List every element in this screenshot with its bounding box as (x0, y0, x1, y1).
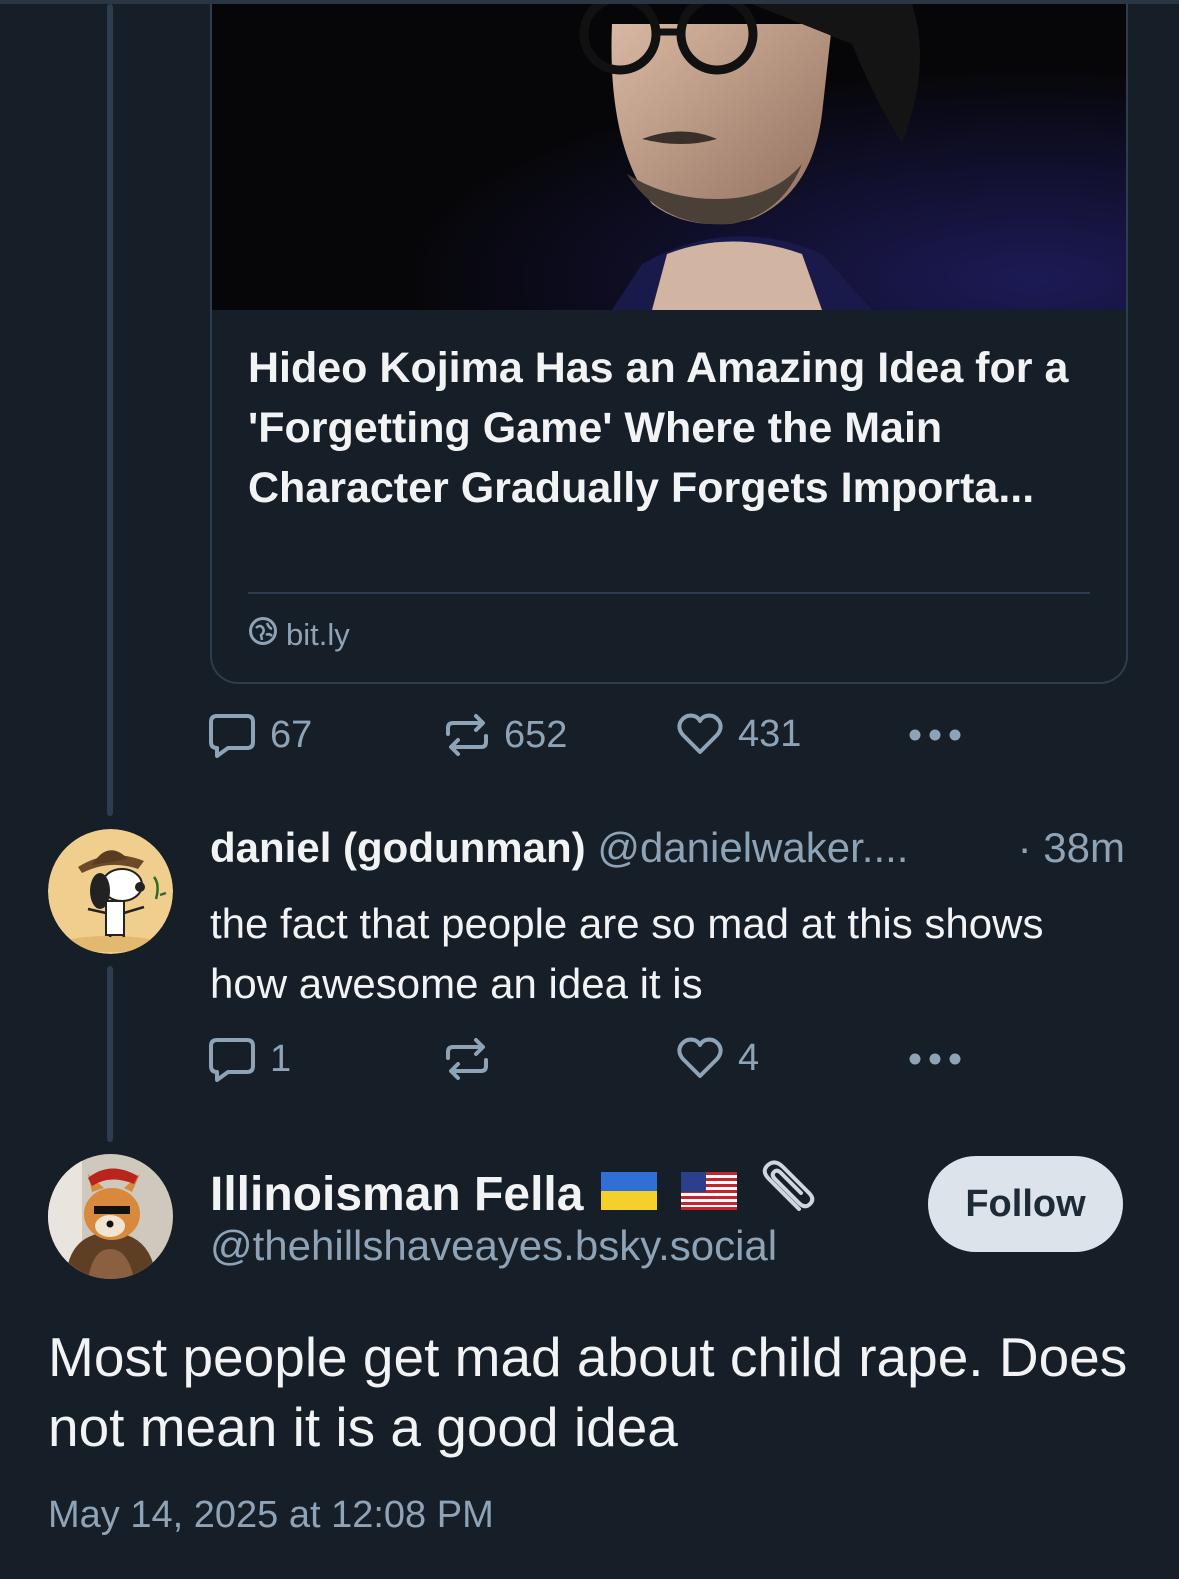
link-card-domain: bit.ly (248, 616, 350, 654)
heart-icon (676, 712, 724, 756)
thread-line (107, 4, 113, 816)
author-name-line: Illinoisman Fella (210, 1157, 817, 1231)
like-count: 4 (738, 1036, 760, 1079)
like-count: 431 (738, 712, 802, 755)
link-card[interactable]: Hideo Kojima Has an Amazing Idea for a '… (210, 4, 1128, 684)
post-text: Most people get mad about child rape. Do… (48, 1326, 1128, 1458)
post-timestamp[interactable]: May 14, 2025 at 12:08 PM (48, 1494, 494, 1537)
follow-button[interactable]: Follow (928, 1156, 1123, 1252)
author-handle[interactable]: @thehillshaveayes.bsky.social (210, 1222, 777, 1270)
more-icon (908, 728, 962, 742)
link-card-title[interactable]: Hideo Kojima Has an Amazing Idea for a '… (248, 338, 1098, 518)
more-options-button[interactable] (908, 728, 962, 742)
link-card-image (212, 4, 1126, 310)
reply-handle[interactable]: @danielwaker.... (597, 824, 908, 871)
reply-author-line: daniel (godunman) @danielwaker.... · 38m (210, 824, 1125, 872)
more-icon (908, 1052, 962, 1066)
repost-count: 652 (504, 713, 568, 756)
repost-icon (444, 1036, 490, 1082)
repost-icon (444, 712, 490, 758)
like-button[interactable]: 431 (676, 712, 801, 756)
reply-text: the fact that people are so mad at this … (210, 900, 1044, 1007)
avatar[interactable] (48, 1154, 173, 1279)
paperclip-icon (755, 1157, 817, 1231)
reply-icon (208, 712, 256, 758)
divider (248, 592, 1090, 594)
parent-post-actions: 67 652 431 (0, 708, 1179, 768)
reply-timestamp[interactable]: · 38m (1018, 824, 1125, 872)
link-card-domain-text: bit.ly (286, 617, 350, 652)
heart-icon (676, 1036, 724, 1080)
ukraine-flag-icon (601, 1167, 658, 1222)
reply-count: 1 (270, 1037, 292, 1080)
reply-button[interactable]: 67 (208, 712, 312, 758)
reply-icon (208, 1036, 256, 1082)
reply-count: 67 (270, 713, 313, 756)
author-display-name[interactable]: Illinoisman Fella (210, 1167, 583, 1222)
repost-button[interactable]: 652 (444, 712, 567, 758)
reply-display-name[interactable]: daniel (godunman) (210, 824, 586, 871)
avatar[interactable] (48, 829, 173, 954)
globe-icon (248, 616, 278, 654)
reply-actions: 1 4 (0, 1032, 1179, 1092)
more-options-button[interactable] (908, 1052, 962, 1066)
us-flag-icon (681, 1167, 738, 1222)
reply-button[interactable]: 1 (208, 1036, 291, 1082)
repost-button[interactable] (444, 1036, 504, 1082)
like-button[interactable]: 4 (676, 1036, 759, 1080)
